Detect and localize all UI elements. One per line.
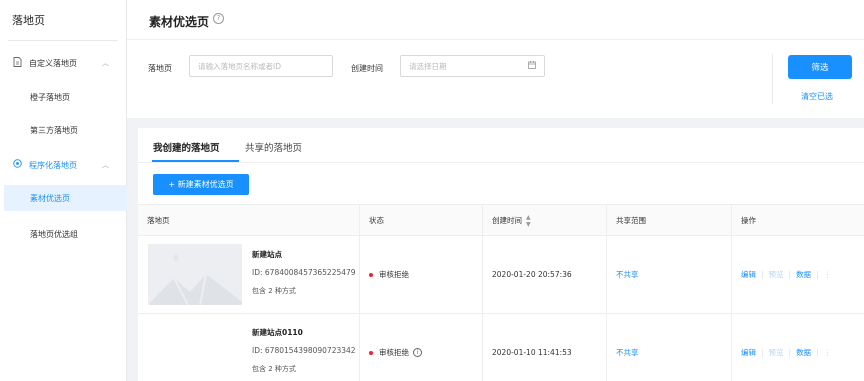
data-link[interactable]: 数据 [796, 347, 811, 358]
column-header-actions: 操作 [741, 216, 756, 225]
thumbnail-image-icon [148, 244, 242, 305]
sidebar-item-optimize-group[interactable]: 落地页优选组 [0, 221, 127, 247]
chevron-up-icon: ︿ [102, 161, 109, 169]
table-row: 新建站点0110 ID: 6780154398090723342 包含 2 种方… [138, 314, 864, 381]
op-separator: | [788, 348, 792, 357]
edit-link[interactable]: 编辑 [741, 269, 756, 280]
date-picker-input[interactable]: 请选择日期 [400, 55, 545, 77]
landing-cell: 新建站点 ID: 6784008457365225479 包含 2 种方式 [138, 236, 360, 313]
sidebar-item-third-party[interactable]: 第三方落地页 [0, 117, 127, 143]
landing-filter-label: 落地页 [148, 64, 172, 73]
status-cell: 审核拒绝 i [360, 314, 483, 381]
share-scope-link[interactable]: 不共享 [616, 347, 639, 358]
status-text: 审核拒绝 [379, 270, 409, 279]
landing-search-input[interactable]: 请输入落地页名称或者ID [189, 55, 333, 77]
landing-id: ID: 6780154398090723342 [252, 346, 356, 355]
page-header: 素材优选页 ? [127, 0, 864, 40]
more-icon[interactable]: ⋮ [824, 270, 832, 279]
landing-id: ID: 6784008457365225479 [252, 268, 356, 277]
created-time-cell: 2020-01-20 20:57:36 [483, 236, 607, 313]
tab-my-created[interactable]: 我创建的落地页 [153, 140, 220, 154]
landing-cell: 新建站点0110 ID: 6780154398090723342 包含 2 种方… [138, 314, 360, 381]
table-row: 新建站点 ID: 6784008457365225479 包含 2 种方式 审核… [138, 236, 864, 314]
sidebar-group-custom[interactable]: 自定义落地页 ︿ [0, 50, 127, 76]
status-cell: 审核拒绝 [360, 236, 483, 313]
calendar-icon [528, 61, 536, 71]
page-title: 素材优选页 [149, 15, 210, 29]
sidebar-divider [8, 40, 118, 41]
filter-divider [772, 54, 773, 104]
preview-link[interactable]: 预览 [769, 269, 784, 280]
new-material-page-button[interactable]: + 新建素材优选页 [153, 174, 249, 195]
actions-cell: 编辑 | 预览 | 数据 | ⋮ [732, 314, 864, 381]
op-separator: | [761, 348, 764, 357]
sidebar-item-material[interactable]: 素材优选页 [4, 185, 127, 211]
landing-include: 包含 2 种方式 [252, 365, 296, 373]
landing-name[interactable]: 新建站点0110 [252, 327, 303, 338]
created-time-cell: 2020-01-10 11:41:53 [483, 314, 607, 381]
share-scope-link[interactable]: 不共享 [616, 269, 639, 280]
column-header-share: 共享范围 [607, 205, 732, 236]
landing-name[interactable]: 新建站点 [252, 249, 282, 260]
op-separator: | [816, 348, 819, 357]
filter-bar: 落地页 请输入落地页名称或者ID 创建时间 请选择日期 筛选 清空已选 [127, 40, 864, 118]
landing-include: 包含 2 种方式 [252, 287, 296, 295]
sidebar-group-programmatic[interactable]: 程序化落地页 ︿ [0, 152, 127, 178]
created-time-label: 创建时间 [351, 64, 383, 73]
tabs-divider [138, 162, 864, 163]
target-icon [12, 159, 23, 171]
filter-button[interactable]: 筛选 [788, 55, 852, 79]
status-dot-icon [369, 350, 373, 355]
clear-selection-link[interactable]: 清空已选 [801, 91, 833, 102]
data-link[interactable]: 数据 [796, 269, 811, 280]
sidebar-group-label: 自定义落地页 [29, 58, 77, 68]
status-dot-icon [369, 272, 373, 277]
sort-icon[interactable]: ▲ ▼ [526, 214, 531, 228]
actions-cell: 编辑 | 预览 | 数据 | ⋮ [732, 236, 864, 313]
sidebar: 落地页 自定义落地页 ︿ 橙子落地页 第三方落地页 程序化落地页 ︿ 素材优选页… [0, 0, 127, 381]
column-header-status: 状态 [360, 205, 483, 236]
tab-shared[interactable]: 共享的落地页 [245, 140, 302, 154]
op-separator: | [816, 270, 819, 279]
op-separator: | [761, 270, 764, 279]
sidebar-title: 落地页 [12, 14, 45, 27]
edit-link[interactable]: 编辑 [741, 347, 756, 358]
column-header-landing: 落地页 [138, 205, 360, 236]
table-header: 落地页 状态 创建时间 ▲ ▼ 共享范围 操作 [138, 204, 864, 236]
document-icon [12, 56, 23, 70]
sidebar-item-orange[interactable]: 橙子落地页 [0, 84, 127, 110]
sidebar-group-label: 程序化落地页 [29, 160, 77, 170]
more-icon[interactable]: ⋮ [824, 348, 832, 357]
share-scope-cell: 不共享 [607, 236, 732, 313]
chevron-up-icon: ︿ [102, 59, 109, 67]
help-icon[interactable]: ? [213, 13, 224, 24]
preview-link[interactable]: 预览 [769, 347, 784, 358]
status-text: 审核拒绝 [379, 348, 409, 357]
content-panel: 我创建的落地页 共享的落地页 + 新建素材优选页 落地页 状态 创建时间 ▲ ▼ … [138, 128, 864, 381]
column-header-created[interactable]: 创建时间 ▲ ▼ [483, 205, 607, 236]
share-scope-cell: 不共享 [607, 314, 732, 381]
info-icon[interactable]: i [413, 348, 422, 357]
op-separator: | [788, 270, 792, 279]
